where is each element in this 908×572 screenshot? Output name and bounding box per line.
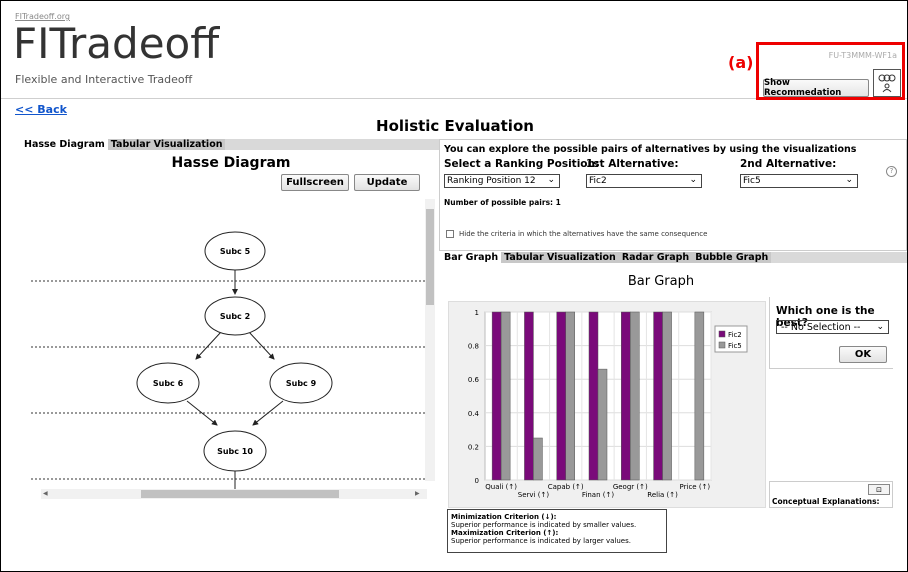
alt1-select[interactable]: Fic2 ⌄ bbox=[586, 174, 702, 188]
bar-fic5 bbox=[662, 311, 672, 481]
legend-swatch bbox=[718, 330, 726, 338]
max-criterion-title: Maximization Criterion (↑): bbox=[451, 529, 559, 537]
logo-subtitle: Flexible and Interactive Tradeoff bbox=[15, 73, 193, 86]
show-recommendation-button[interactable]: Show Recommedation bbox=[763, 78, 869, 98]
fullscreen-button[interactable]: Fullscreen bbox=[281, 174, 349, 191]
panel-heading: You can explore the possible pairs of al… bbox=[444, 144, 857, 155]
hasse-horizontal-scrollbar[interactable] bbox=[41, 489, 427, 499]
select-value: -- No Selection -- bbox=[781, 321, 861, 333]
edge bbox=[195, 331, 222, 360]
x-tick-label: Relia (↑) bbox=[647, 491, 678, 499]
chevron-down-icon: ⌄ bbox=[547, 175, 555, 185]
node-label: Subc 10 bbox=[217, 447, 253, 456]
hide-criteria-checkbox[interactable] bbox=[446, 230, 454, 238]
conceptual-explanations-label: Conceptual Explanations: bbox=[772, 497, 880, 506]
bar-fic5 bbox=[630, 311, 640, 481]
legend-label: Fic5 bbox=[728, 342, 742, 350]
header: FITradeoff.org FITradeoff Flexible and I… bbox=[1, 1, 907, 100]
node-subc-9[interactable]: Subc 9 bbox=[269, 362, 333, 404]
node-subc-6[interactable]: Subc 6 bbox=[136, 362, 200, 404]
ranking-label: Select a Ranking Position: bbox=[444, 158, 600, 170]
pair-selection-panel: You can explore the possible pairs of al… bbox=[439, 139, 907, 251]
x-tick-label: Servi (↑) bbox=[518, 491, 550, 499]
y-tick-label: 0 bbox=[475, 477, 479, 485]
alt2-label: 2nd Alternative: bbox=[740, 158, 837, 170]
bar-fic5 bbox=[694, 311, 705, 481]
ok-button[interactable]: OK bbox=[839, 346, 887, 363]
edge bbox=[248, 331, 275, 360]
ranking-position-select[interactable]: Ranking Position 12 ⌄ bbox=[444, 174, 560, 188]
back-link[interactable]: << Back bbox=[15, 103, 67, 116]
node-label: Subc 9 bbox=[286, 379, 317, 388]
bar-fic2 bbox=[491, 311, 502, 481]
page-title: Holistic Evaluation bbox=[376, 117, 534, 135]
x-tick-label: Capab (↑) bbox=[548, 483, 584, 491]
x-tick-label: Quali (↑) bbox=[485, 483, 517, 491]
expand-icon[interactable]: ⊡ bbox=[868, 484, 890, 495]
x-tick-label: Price (↑) bbox=[680, 483, 711, 491]
bar-chart: 0 0.2 0.4 0.6 0.8 1 Quali (↑)Servi (↑)Capab (↑… bbox=[468, 309, 748, 499]
conceptual-explanations-panel: ⊡ Conceptual Explanations: bbox=[769, 481, 893, 508]
x-tick-label: Geogr (↑) bbox=[613, 483, 648, 491]
logo: FITradeoff bbox=[13, 19, 220, 68]
scroll-thumb[interactable] bbox=[141, 490, 339, 498]
hide-criteria-label: Hide the criteria in which the alternati… bbox=[459, 230, 708, 238]
bar-fic2 bbox=[524, 311, 534, 481]
bar-graph-title: Bar Graph bbox=[627, 274, 695, 289]
chevron-down-icon: ⌄ bbox=[689, 175, 697, 185]
scroll-left-arrow-icon[interactable]: ◀ bbox=[43, 490, 48, 497]
best-choice-select[interactable]: -- No Selection -- ⌄ bbox=[776, 320, 889, 334]
hasse-vertical-scrollbar[interactable] bbox=[425, 199, 435, 481]
edge bbox=[252, 400, 284, 426]
y-tick-label: 0.8 bbox=[468, 343, 479, 351]
bar-fic5 bbox=[500, 311, 511, 481]
chevron-down-icon: ⌄ bbox=[876, 322, 884, 332]
scroll-thumb[interactable] bbox=[426, 209, 434, 305]
chevron-down-icon: ⌄ bbox=[845, 175, 853, 185]
alt1-label: 1st Alternative: bbox=[586, 158, 679, 170]
legend-label: Fic2 bbox=[728, 331, 742, 339]
node-label: Subc 5 bbox=[220, 247, 251, 256]
select-value: Fic5 bbox=[743, 176, 761, 186]
bar-fic5 bbox=[533, 437, 543, 481]
node-label: Subc 2 bbox=[220, 312, 250, 321]
bar-fic2 bbox=[588, 311, 599, 481]
max-criterion-desc: Superior performance is indicated by lar… bbox=[451, 537, 631, 545]
update-button[interactable]: Update bbox=[354, 174, 420, 191]
x-tick-label: Finan (↑) bbox=[582, 491, 614, 499]
annotation-label: (a) bbox=[728, 53, 754, 72]
y-tick-label: 1 bbox=[475, 309, 479, 317]
bar-fic2 bbox=[556, 311, 566, 481]
criterion-legend: Minimization Criterion (↓): Superior per… bbox=[447, 509, 667, 553]
y-tick-label: 0.4 bbox=[468, 410, 480, 418]
help-icon[interactable]: ? bbox=[886, 166, 897, 177]
scroll-right-arrow-icon[interactable]: ▶ bbox=[415, 490, 420, 497]
hasse-title: Hasse Diagram bbox=[171, 155, 291, 171]
hasse-diagram: Subc 5 Subc 2 Subc 6 Subc 9 Subc 10 bbox=[31, 231, 425, 489]
select-value: Ranking Position 12 bbox=[447, 176, 536, 186]
bar-fic2 bbox=[621, 311, 631, 481]
alt2-select[interactable]: Fic5 ⌄ bbox=[740, 174, 858, 188]
user-group-icon[interactable] bbox=[873, 69, 901, 97]
bar-fic5 bbox=[597, 368, 608, 481]
bar-fic2 bbox=[653, 311, 663, 481]
node-subc-5[interactable]: Subc 5 bbox=[204, 231, 266, 271]
y-tick-label: 0.6 bbox=[468, 376, 480, 384]
node-subc-10[interactable]: Subc 10 bbox=[203, 430, 267, 472]
hide-criteria-option[interactable]: Hide the criteria in which the alternati… bbox=[446, 230, 707, 238]
node-label: Subc 6 bbox=[153, 379, 184, 388]
min-criterion-desc: Superior performance is indicated by sma… bbox=[451, 521, 637, 529]
select-value: Fic2 bbox=[589, 176, 607, 186]
legend-swatch bbox=[718, 341, 726, 349]
bar-chart-area: 0 0.2 0.4 0.6 0.8 1 Quali (↑) Servi (↑) Capab (↑… bbox=[448, 301, 766, 508]
min-criterion-title: Minimization Criterion (↓): bbox=[451, 513, 557, 521]
bar-fic5 bbox=[565, 311, 575, 481]
y-tick-label: 0.2 bbox=[468, 443, 479, 451]
app-window: FITradeoff.org FITradeoff Flexible and I… bbox=[0, 0, 908, 572]
node-subc-2[interactable]: Subc 2 bbox=[204, 296, 266, 336]
number-of-pairs: Number of possible pairs: 1 bbox=[444, 198, 561, 207]
